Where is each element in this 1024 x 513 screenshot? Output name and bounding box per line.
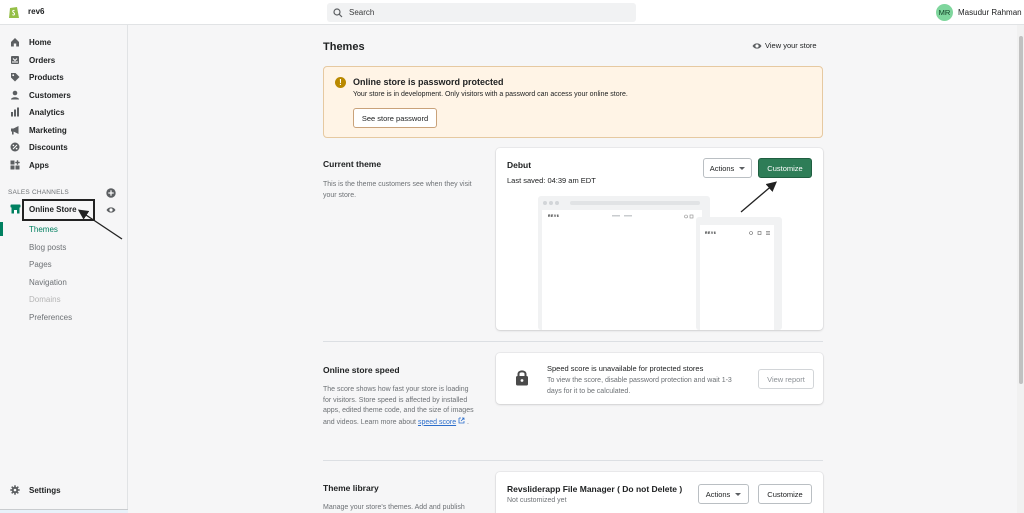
gear-icon: [10, 485, 20, 495]
sidebar-item-label: Products: [29, 72, 64, 82]
sidebar-item-label: Orders: [29, 55, 56, 65]
sidebar-item-label: Customers: [29, 90, 71, 100]
active-indicator: [0, 222, 3, 236]
annotation-highlight-box: [22, 199, 95, 221]
speed-description: The score shows how fast your store is l…: [323, 385, 478, 428]
actions-label: Actions: [709, 163, 735, 173]
sidebar-item-label: Marketing: [29, 125, 67, 135]
sidebar-subitem-themes[interactable]: Themes: [29, 225, 58, 234]
sidebar-item-analytics[interactable]: Analytics: [10, 105, 65, 119]
password-banner: ! Online store is password protected You…: [323, 66, 823, 138]
preview-logo: REV6: [705, 231, 717, 235]
view-store-label: View your store: [765, 41, 817, 50]
last-saved: Last saved: 04:39 am EDT: [507, 176, 596, 185]
sidebar-item-home[interactable]: Home: [10, 35, 51, 49]
speed-card-text: To view the score, disable password prot…: [547, 377, 732, 395]
page-title: Themes: [323, 41, 365, 53]
sidebar-item-label: Discounts: [29, 142, 68, 152]
sidebar-subitem-blog-posts[interactable]: Blog posts: [29, 243, 66, 252]
avatar[interactable]: MR: [936, 4, 953, 21]
home-icon: [11, 38, 19, 47]
mobile-preview-page: REV6: [700, 225, 774, 330]
speed-title: Online store speed: [323, 365, 400, 375]
sidebar-item-label: Apps: [29, 160, 49, 170]
mobile-theme-preview[interactable]: REV6: [696, 217, 782, 330]
desktop-preview-page: REV6: [542, 210, 702, 330]
store-name[interactable]: rev6: [28, 7, 44, 16]
library-theme-name: Revsliderapp File Manager ( Do not Delet…: [507, 484, 683, 494]
sidebar-item-label: Home: [29, 37, 52, 47]
desktop-theme-preview[interactable]: REV6: [538, 196, 710, 330]
add-sales-channel-icon[interactable]: [106, 188, 116, 198]
current-theme-title: Current theme: [323, 159, 382, 169]
actions-label: Actions: [705, 489, 731, 499]
top-bar: rev6 Search MR Masudur Rahman: [0, 0, 1024, 25]
sidebar-subitem-domains: Domains: [29, 295, 61, 304]
search-icon: [333, 7, 343, 17]
browser-bar-icon: [543, 201, 700, 205]
view-report-button[interactable]: View report: [758, 369, 814, 389]
warning-icon: !: [335, 77, 346, 88]
view-store-link[interactable]: View your store: [752, 41, 817, 50]
sidebar-subitem-preferences[interactable]: Preferences: [29, 313, 72, 322]
bar-chart-icon: [11, 107, 19, 117]
theme-name: Debut: [507, 160, 532, 170]
orders-icon: [11, 56, 19, 64]
eye-icon: [752, 42, 762, 49]
sidebar-subitem-navigation[interactable]: Navigation: [29, 278, 67, 287]
shopify-logo-icon[interactable]: [8, 5, 20, 19]
sales-channels-title: SALES CHANNELS: [8, 189, 69, 196]
external-link-icon: [458, 417, 465, 423]
chevron-down-icon: [735, 492, 742, 496]
sidebar-item-label: Analytics: [29, 107, 65, 117]
store-icon: [10, 204, 21, 214]
section-divider: [323, 341, 823, 342]
speed-score-link-label: speed score: [417, 418, 457, 426]
chevron-down-icon: [739, 166, 746, 170]
lock-icon: [516, 370, 528, 386]
speed-score-link[interactable]: speed score: [418, 419, 456, 426]
library-theme-status: Not customized yet: [507, 497, 567, 504]
megaphone-icon: [11, 126, 19, 135]
scrollbar-thumb[interactable]: [1019, 36, 1023, 384]
sidebar-footer: [0, 509, 128, 513]
search-input[interactable]: Search: [327, 3, 636, 22]
preview-nav-icon: [612, 215, 632, 217]
apps-icon: [10, 160, 20, 170]
preview-cart-icon: [684, 214, 694, 219]
banner-title: Online store is password protected: [353, 77, 504, 87]
sidebar-item-marketing[interactable]: Marketing: [10, 123, 67, 137]
sidebar-item-apps[interactable]: Apps: [10, 158, 49, 172]
speed-description-period: .: [467, 418, 469, 426]
see-store-password-button[interactable]: See store password: [353, 108, 437, 128]
library-actions-button[interactable]: Actions: [698, 484, 749, 504]
theme-library-description: Manage your store's themes. Add and publ…: [323, 504, 465, 511]
preview-logo: REV6: [548, 214, 560, 218]
sidebar: Home Orders Products Customers Analytics…: [0, 25, 128, 513]
section-divider: [323, 460, 823, 461]
eye-icon[interactable]: [106, 206, 116, 214]
tag-icon: [11, 73, 20, 82]
sidebar-item-settings[interactable]: Settings: [10, 485, 61, 495]
library-customize-button[interactable]: Customize: [758, 484, 812, 504]
sidebar-item-customers[interactable]: Customers: [10, 88, 71, 102]
actions-button[interactable]: Actions: [703, 158, 752, 178]
search-placeholder: Search: [349, 8, 375, 17]
banner-text: Your store is in development. Only visit…: [353, 91, 628, 98]
theme-library-title: Theme library: [323, 483, 379, 493]
sidebar-item-orders[interactable]: Orders: [10, 53, 55, 67]
user-name[interactable]: Masudur Rahman: [958, 8, 1022, 17]
speed-card-title: Speed score is unavailable for protected…: [547, 364, 704, 373]
preview-mobile-icons: [749, 231, 770, 235]
current-theme-description: This is the theme customers see when the…: [323, 181, 472, 199]
person-icon: [11, 90, 19, 100]
sidebar-item-label: Settings: [29, 485, 61, 495]
sidebar-item-discounts[interactable]: Discounts: [10, 140, 68, 154]
discount-icon: [10, 142, 20, 152]
sidebar-subitem-pages[interactable]: Pages: [29, 260, 52, 269]
customize-button[interactable]: Customize: [758, 158, 812, 178]
sidebar-item-products[interactable]: Products: [10, 70, 64, 84]
